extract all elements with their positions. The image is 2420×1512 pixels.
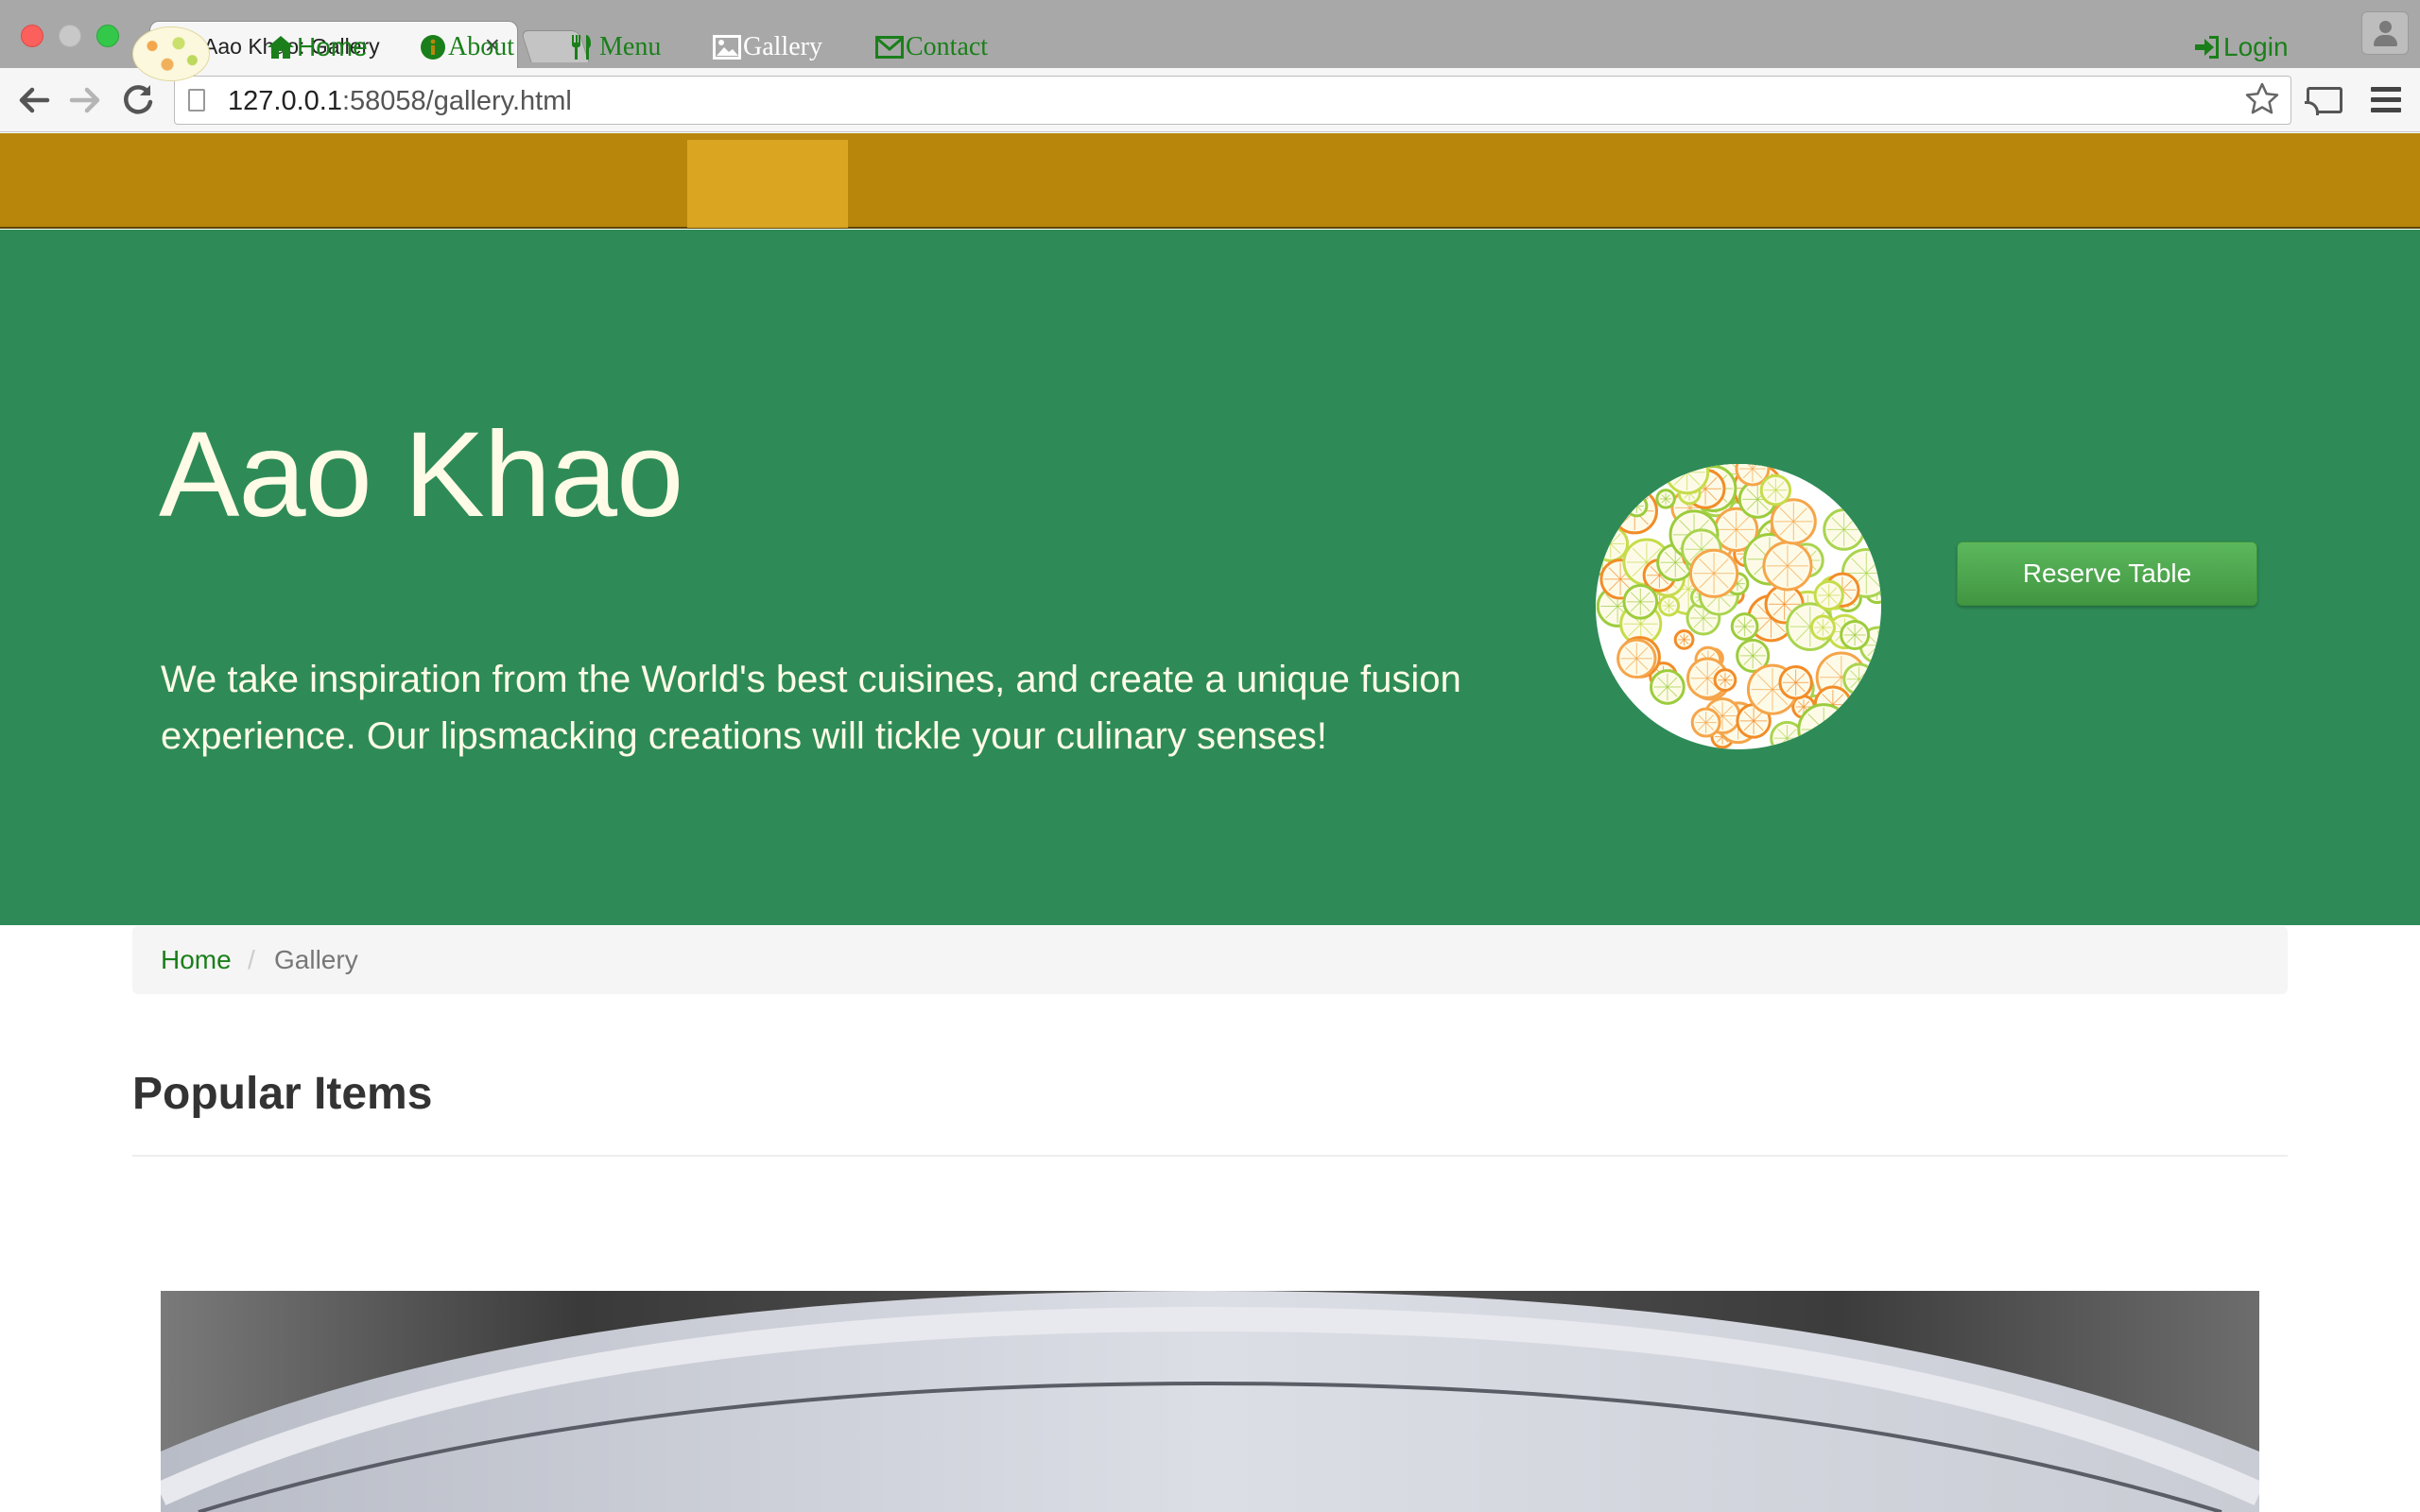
picture-icon — [713, 35, 741, 60]
breadcrumb: Home / Gallery — [132, 926, 2288, 994]
section-title: Popular Items — [132, 1069, 433, 1119]
gallery-photo[interactable] — [161, 1291, 2259, 1512]
hero-logo-image — [1596, 464, 1881, 749]
browser-toolbar: 127.0.0.1:58058/gallery.html — [0, 68, 2420, 132]
home-icon — [268, 36, 294, 59]
nav-gallery-label: Gallery — [743, 32, 822, 61]
close-window-button[interactable] — [21, 25, 43, 47]
nav-about-link[interactable]: About — [420, 28, 514, 66]
cast-icon[interactable] — [2305, 87, 2342, 115]
back-arrow-icon[interactable] — [13, 79, 55, 121]
cutlery-icon — [572, 35, 591, 60]
hero-title: Aao Khao — [159, 407, 683, 542]
breadcrumb-home-link[interactable]: Home — [161, 945, 232, 975]
nav-menu-link[interactable]: Menu — [569, 28, 661, 66]
login-label: Login — [2223, 32, 2289, 61]
nav-contact-link[interactable]: Contact — [875, 28, 988, 66]
nav-home-link[interactable]: Home — [267, 28, 368, 66]
log-in-icon — [2195, 36, 2219, 59]
hero-jumbotron: Aao Khao We take inspiration from the Wo… — [0, 230, 2420, 925]
active-nav-highlight — [687, 140, 848, 228]
url-host: 127.0.0.1 — [228, 86, 342, 116]
breadcrumb-current: Gallery — [274, 945, 358, 974]
hero-tagline: We take inspiration from the World's bes… — [161, 659, 1461, 757]
url-text[interactable]: 127.0.0.1:58058/gallery.html — [228, 86, 572, 117]
section-divider — [132, 1155, 2288, 1157]
breadcrumb-separator: / — [248, 945, 255, 974]
reserve-table-button[interactable]: Reserve Table — [1957, 541, 2257, 606]
site-navbar — [0, 133, 2420, 229]
nav-menu-label: Menu — [599, 32, 662, 61]
nav-about-label: About — [448, 32, 514, 61]
site-logo[interactable] — [132, 26, 210, 81]
login-link[interactable]: Login — [2193, 28, 2289, 66]
minimize-window-button[interactable] — [59, 25, 81, 47]
nav-gallery-link[interactable]: Gallery — [713, 28, 822, 66]
browser-menu-icon[interactable] — [2371, 87, 2401, 113]
bookmark-star-icon[interactable] — [2243, 80, 2281, 127]
forward-arrow-icon[interactable] — [64, 79, 106, 121]
nav-home-label: Home — [297, 32, 368, 61]
page-icon — [188, 89, 205, 112]
envelope-icon — [875, 36, 904, 59]
maximize-window-button[interactable] — [96, 25, 119, 47]
info-icon — [421, 35, 445, 60]
nav-contact-label: Contact — [906, 32, 989, 61]
address-bar[interactable]: 127.0.0.1:58058/gallery.html — [174, 76, 2291, 125]
url-path: :58058/gallery.html — [341, 86, 572, 116]
reload-icon[interactable] — [117, 79, 159, 121]
profile-icon[interactable] — [2361, 11, 2409, 55]
